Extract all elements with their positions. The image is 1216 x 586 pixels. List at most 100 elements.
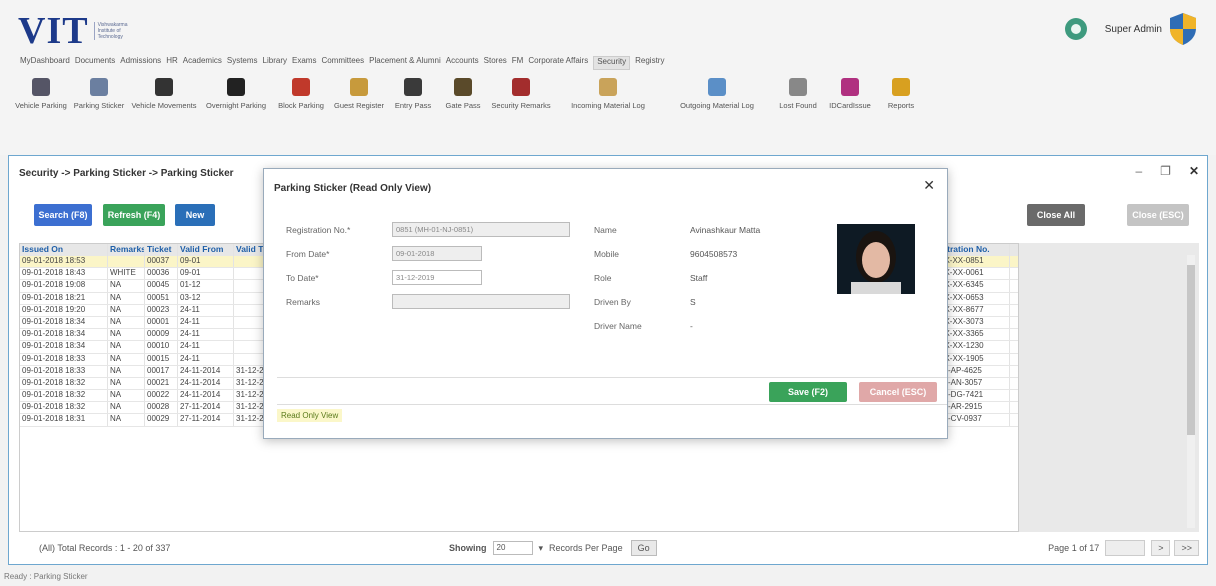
lost-found-icon: [789, 78, 807, 96]
table-cell: 00009: [145, 329, 178, 341]
toolbar-item-gate-pass[interactable]: Gate Pass: [438, 74, 488, 150]
incoming-material-icon: [599, 78, 617, 96]
to-date-field[interactable]: 31-12-2019: [392, 270, 482, 285]
dialog-close-icon[interactable]: ✕: [923, 177, 935, 194]
column-header[interactable]: Remarks: [108, 244, 145, 256]
table-cell: 00028: [145, 402, 178, 414]
menu-item-stores[interactable]: Stores: [484, 56, 507, 70]
menu-item-academics[interactable]: Academics: [183, 56, 222, 70]
toolbar-item-vehicle-parking[interactable]: Vehicle Parking: [12, 74, 70, 150]
table-cell: 00045: [145, 280, 178, 292]
search-button[interactable]: Search (F8): [34, 204, 92, 226]
per-page-select[interactable]: 20: [492, 541, 533, 555]
restore-icon[interactable]: ❐: [1160, 164, 1171, 178]
block-parking-icon: [292, 78, 310, 96]
table-cell: 00015: [145, 353, 178, 365]
overnight-parking-icon: [227, 78, 245, 96]
table-cell: 09-01: [178, 256, 234, 268]
logo-subtitle: Vishwakarma Institute of Technology: [93, 22, 132, 40]
table-cell: 09-01-2018 19:20: [20, 304, 108, 316]
menu-item-fm[interactable]: FM: [512, 56, 524, 70]
toolbar-item-security-remarks[interactable]: Security Remarks: [488, 74, 554, 150]
menu-item-corporate-affairs[interactable]: Corporate Affairs: [528, 56, 588, 70]
minimize-icon[interactable]: –: [1135, 164, 1142, 178]
table-cell: 09-01-2018 18:32: [20, 402, 108, 414]
table-cell: NA: [108, 316, 145, 329]
menu-item-hr[interactable]: HR: [166, 56, 178, 70]
table-cell: 09-01-2018 18:34: [20, 316, 108, 329]
user-avatar-icon[interactable]: [1064, 18, 1087, 40]
last-page-button[interactable]: >>: [1174, 540, 1199, 556]
table-cell: NA: [108, 402, 145, 414]
toolbar-item-outgoing-material[interactable]: Outgoing Material Log: [662, 74, 772, 150]
status-bar: Ready : Parking Sticker: [4, 572, 88, 581]
table-cell: 00023: [145, 304, 178, 316]
menu-item-exams[interactable]: Exams: [292, 56, 316, 70]
logo-text: VIT: [18, 10, 89, 52]
id-card-icon: [841, 78, 859, 96]
table-cell: NA: [108, 390, 145, 402]
go-button[interactable]: Go: [630, 540, 657, 556]
from-date-label: From Date*: [286, 249, 330, 259]
user-area: Super Admin: [1064, 12, 1198, 46]
toolbar-item-overnight-parking[interactable]: Overnight Parking: [200, 74, 272, 150]
close-all-button[interactable]: Close All: [1027, 204, 1085, 226]
outgoing-material-icon: [708, 78, 726, 96]
dialog-footer: Save (F2) Cancel (ESC): [277, 377, 947, 405]
reports-icon: [892, 78, 910, 96]
refresh-button[interactable]: Refresh (F4): [103, 204, 165, 226]
column-header[interactable]: Issued On: [20, 244, 108, 256]
table-cell: 00029: [145, 414, 178, 426]
menu-item-committees[interactable]: Committees: [321, 56, 364, 70]
from-date-field[interactable]: 09-01-2018: [392, 246, 482, 261]
column-header[interactable]: Ticket No.: [145, 244, 178, 256]
menu-item-admissions[interactable]: Admissions: [120, 56, 161, 70]
user-name[interactable]: Super Admin: [1105, 24, 1162, 35]
menu-item-accounts[interactable]: Accounts: [446, 56, 479, 70]
new-button[interactable]: New: [175, 204, 215, 226]
menu-item-registry[interactable]: Registry: [635, 56, 664, 70]
window-controls: – ❐ ✕: [1135, 164, 1199, 178]
table-cell: 09-01-2018 18:33: [20, 365, 108, 377]
role-label: Role: [594, 273, 612, 283]
toolbar-item-guest-register[interactable]: Guest Register: [330, 74, 388, 150]
chevron-down-icon[interactable]: ▾: [539, 543, 544, 554]
prev-page-buttons[interactable]: [1105, 540, 1146, 556]
toolbar-item-label: Reports: [887, 101, 915, 110]
column-header[interactable]: Valid From: [178, 244, 234, 256]
table-cell: 24-11: [178, 316, 234, 329]
entry-pass-icon: [404, 78, 422, 96]
remarks-field[interactable]: [392, 294, 570, 309]
table-cell: 24-11: [178, 353, 234, 365]
save-button[interactable]: Save (F2): [769, 382, 847, 402]
toolbar-item-block-parking[interactable]: Block Parking: [272, 74, 330, 150]
menu-item-systems[interactable]: Systems: [227, 56, 258, 70]
toolbar-item-reports[interactable]: Reports: [876, 74, 926, 150]
close-esc-button[interactable]: Close (ESC): [1127, 204, 1189, 226]
toolbar-item-truck[interactable]: Vehicle Movements: [128, 74, 200, 150]
role-value: Staff: [690, 273, 708, 283]
toolbar-item-lost-found[interactable]: Lost Found: [772, 74, 824, 150]
toolbar-item-id-card[interactable]: IDCardIssue: [824, 74, 876, 150]
table-cell: 24-11: [178, 341, 234, 353]
next-page-button[interactable]: >: [1151, 540, 1171, 556]
close-icon[interactable]: ✕: [1189, 164, 1199, 178]
menu-item-placement-alumni[interactable]: Placement & Alumni: [369, 56, 441, 70]
menu-item-library[interactable]: Library: [263, 56, 287, 70]
toolbar-item-label: Security Remarks: [491, 101, 551, 110]
menu-item-security[interactable]: Security: [593, 56, 631, 70]
driver-name-value: -: [690, 321, 693, 331]
toolbar-item-entry-pass[interactable]: Entry Pass: [388, 74, 438, 150]
mobile-value: 9604508573: [690, 249, 738, 259]
cancel-button[interactable]: Cancel (ESC): [859, 382, 937, 402]
registration-select[interactable]: 0851 (MH-01-NJ-0851): [392, 222, 570, 237]
table-cell: 09-01-2018 18:53: [20, 256, 108, 268]
table-cell: 09-01-2018 18:32: [20, 390, 108, 402]
toolbar-item-incoming-material[interactable]: Incoming Material Log: [554, 74, 662, 150]
menu-item-documents[interactable]: Documents: [75, 56, 115, 70]
scrollbar-thumb[interactable]: [1187, 265, 1195, 435]
vit-logo[interactable]: VIT Vishwakarma Institute of Technology: [18, 12, 132, 50]
toolbar-item-parking-sticker[interactable]: Parking Sticker: [70, 74, 128, 150]
menu-item-mydashboard[interactable]: MyDashboard: [20, 56, 70, 70]
table-cell: 09-01-2018 18:31: [20, 414, 108, 426]
